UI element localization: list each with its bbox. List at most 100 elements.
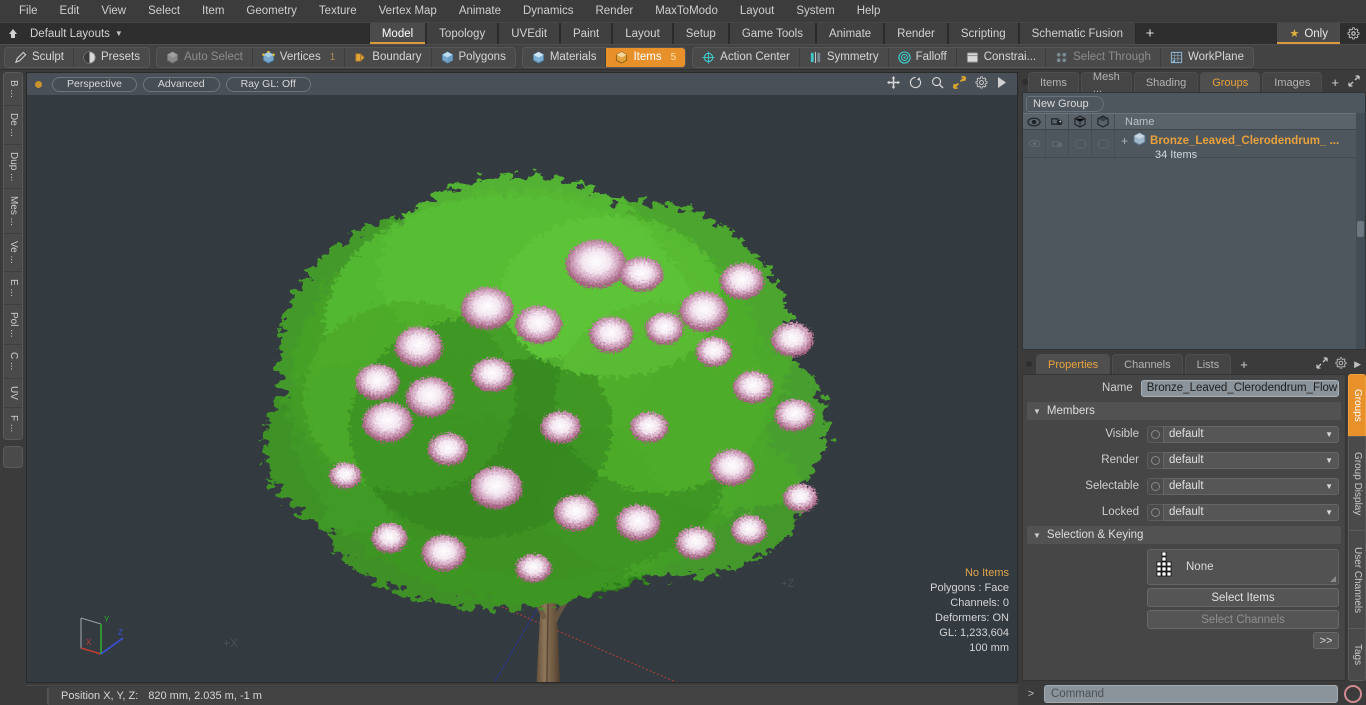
only-toggle-button[interactable]: ★ Only bbox=[1277, 23, 1340, 44]
groups-list-empty-area[interactable] bbox=[1023, 158, 1365, 349]
layout-tab-paint[interactable]: Paint bbox=[560, 23, 613, 44]
viewport-shading-dropdown[interactable]: Advanced bbox=[142, 76, 220, 92]
left-tab-5[interactable]: E ... bbox=[4, 272, 22, 305]
toolbar-button-sculpt[interactable]: Sculpt bbox=[5, 47, 74, 67]
panel-tab-shading[interactable]: Shading bbox=[1133, 72, 1199, 92]
default-layouts-dropdown[interactable]: Default Layouts ▼ bbox=[26, 23, 133, 44]
add-properties-tab-button[interactable]: + bbox=[1233, 354, 1255, 374]
command-input[interactable]: Command bbox=[1044, 685, 1338, 703]
menu-item-file[interactable]: File bbox=[8, 0, 49, 22]
toolbar-button-select-through[interactable]: Select Through bbox=[1046, 47, 1161, 67]
cube-outline-icon[interactable] bbox=[1069, 114, 1092, 129]
layout-settings-gear-icon[interactable] bbox=[1340, 23, 1366, 44]
panel-tab-items[interactable]: Items bbox=[1028, 72, 1079, 92]
add-panel-tab-button[interactable]: + bbox=[1324, 72, 1346, 92]
properties-tab-channels[interactable]: Channels bbox=[1112, 354, 1183, 374]
property-dropdown-selectable[interactable]: default ▼ bbox=[1163, 477, 1339, 495]
left-tab-6[interactable]: Pol ... bbox=[4, 305, 22, 346]
menu-item-render[interactable]: Render bbox=[584, 0, 644, 22]
side-tab-group-display[interactable]: Group Display bbox=[1348, 436, 1366, 531]
render-icon[interactable] bbox=[1046, 114, 1069, 129]
left-strip-extra-button[interactable] bbox=[3, 445, 23, 468]
keying-section-header[interactable]: ▼ Selection & Keying bbox=[1027, 526, 1341, 544]
layout-tab-render[interactable]: Render bbox=[884, 23, 948, 44]
menu-item-animate[interactable]: Animate bbox=[448, 0, 512, 22]
properties-gear-icon[interactable] bbox=[1335, 356, 1347, 372]
property-knob-selectable[interactable] bbox=[1147, 477, 1163, 495]
layout-tab-layout[interactable]: Layout bbox=[612, 23, 673, 44]
panel-tab-images[interactable]: Images bbox=[1262, 72, 1323, 92]
layout-tab-animate[interactable]: Animate bbox=[815, 23, 885, 44]
left-tab-3[interactable]: Mes ... bbox=[4, 189, 22, 235]
property-knob-locked[interactable] bbox=[1147, 503, 1163, 521]
viewport-canvas[interactable] bbox=[27, 95, 1017, 682]
menu-item-geometry[interactable]: Geometry bbox=[235, 0, 308, 22]
statusbar-handle[interactable] bbox=[26, 687, 48, 704]
menu-item-item[interactable]: Item bbox=[191, 0, 235, 22]
menu-item-select[interactable]: Select bbox=[137, 0, 191, 22]
properties-expand-icon[interactable] bbox=[1316, 356, 1328, 372]
layout-tab-schematic-fusion[interactable]: Schematic Fusion bbox=[1018, 23, 1137, 44]
select-channels-button[interactable]: Select Channels bbox=[1147, 610, 1339, 629]
property-knob-visible[interactable] bbox=[1147, 425, 1163, 443]
property-dropdown-locked[interactable]: default ▼ bbox=[1163, 503, 1339, 521]
toolbar-button-workplane[interactable]: WorkPlane bbox=[1161, 48, 1253, 67]
rotate-icon[interactable] bbox=[909, 76, 922, 92]
layout-tab-model[interactable]: Model bbox=[368, 23, 427, 44]
viewport-raygl-dropdown[interactable]: Ray GL: Off bbox=[225, 76, 311, 92]
more-options-button[interactable]: >> bbox=[1313, 632, 1339, 649]
left-tab-9[interactable]: F ... bbox=[4, 408, 22, 439]
toolbar-button-boundary[interactable]: Boundary bbox=[345, 47, 432, 67]
move-icon[interactable] bbox=[887, 76, 900, 92]
menu-item-texture[interactable]: Texture bbox=[308, 0, 368, 22]
cube-solid-icon[interactable] bbox=[1092, 114, 1115, 129]
table-row[interactable]: + Bronze_Leaved_Clerodendrum_ ... 34 Ite… bbox=[1023, 130, 1365, 161]
property-knob-render[interactable] bbox=[1147, 451, 1163, 469]
toolbar-button-falloff[interactable]: Falloff bbox=[889, 47, 957, 67]
row-expand-icon[interactable]: + bbox=[1121, 134, 1128, 148]
layout-tab-setup[interactable]: Setup bbox=[672, 23, 729, 44]
property-dropdown-visible[interactable]: default ▼ bbox=[1163, 425, 1339, 443]
side-tab-user-channels[interactable]: User Channels bbox=[1348, 530, 1366, 628]
row-eye-icon[interactable] bbox=[1023, 130, 1046, 157]
scrollbar-thumb[interactable] bbox=[1357, 221, 1364, 237]
toolbar-button-constrai[interactable]: Constrai... bbox=[957, 47, 1047, 67]
groups-list-scrollbar[interactable] bbox=[1356, 113, 1365, 349]
toolbar-button-presets[interactable]: Presets bbox=[74, 48, 149, 67]
left-tab-1[interactable]: De ... bbox=[4, 106, 22, 145]
eye-icon[interactable] bbox=[1023, 114, 1046, 129]
properties-tab-properties[interactable]: Properties bbox=[1036, 354, 1111, 374]
left-tab-8[interactable]: UV bbox=[4, 379, 22, 408]
side-tab-tags[interactable]: Tags bbox=[1348, 627, 1366, 682]
gear-icon[interactable] bbox=[975, 76, 988, 92]
panel-expand-icon[interactable] bbox=[1348, 74, 1360, 90]
panel-tab-mesh[interactable]: Mesh ... bbox=[1080, 71, 1132, 95]
left-tab-4[interactable]: Ve ... bbox=[4, 234, 22, 272]
menu-item-view[interactable]: View bbox=[90, 0, 137, 22]
keying-selector[interactable]: None bbox=[1147, 549, 1339, 585]
left-tab-7[interactable]: C ... bbox=[4, 345, 22, 379]
zoom-icon[interactable] bbox=[931, 76, 944, 92]
toolbar-button-items[interactable]: Items 5 bbox=[606, 47, 686, 67]
menu-item-vertex-map[interactable]: Vertex Map bbox=[368, 0, 448, 22]
toolbar-button-symmetry[interactable]: Symmetry bbox=[800, 47, 889, 67]
axis-gizmo[interactable]: X Y Z bbox=[73, 604, 133, 660]
row-visibility-toggle[interactable] bbox=[1069, 130, 1092, 157]
toolbar-button-polygons[interactable]: Polygons bbox=[432, 48, 515, 67]
layout-tab-game-tools[interactable]: Game Tools bbox=[728, 23, 816, 44]
menu-item-system[interactable]: System bbox=[785, 0, 845, 22]
layout-tab-scripting[interactable]: Scripting bbox=[947, 23, 1019, 44]
toolbar-button-vertices[interactable]: Vertices 1 bbox=[253, 47, 346, 67]
record-macro-icon[interactable] bbox=[1344, 685, 1362, 703]
properties-tab-lists[interactable]: Lists bbox=[1184, 354, 1232, 374]
menu-item-maxtomodo[interactable]: MaxToModo bbox=[644, 0, 729, 22]
row-render-icon[interactable] bbox=[1046, 130, 1069, 157]
home-icon[interactable] bbox=[0, 23, 26, 44]
toolbar-button-materials[interactable]: Materials bbox=[523, 47, 607, 67]
toolbar-button-auto-select[interactable]: Auto Select bbox=[157, 47, 253, 67]
members-section-header[interactable]: ▼ Members bbox=[1027, 402, 1341, 420]
layout-tab-uvedit[interactable]: UVEdit bbox=[498, 23, 561, 44]
property-dropdown-render[interactable]: default ▼ bbox=[1163, 451, 1339, 469]
fit-icon[interactable] bbox=[953, 76, 966, 92]
3d-viewport[interactable]: Perspective Advanced Ray GL: Off No Item… bbox=[26, 72, 1018, 683]
